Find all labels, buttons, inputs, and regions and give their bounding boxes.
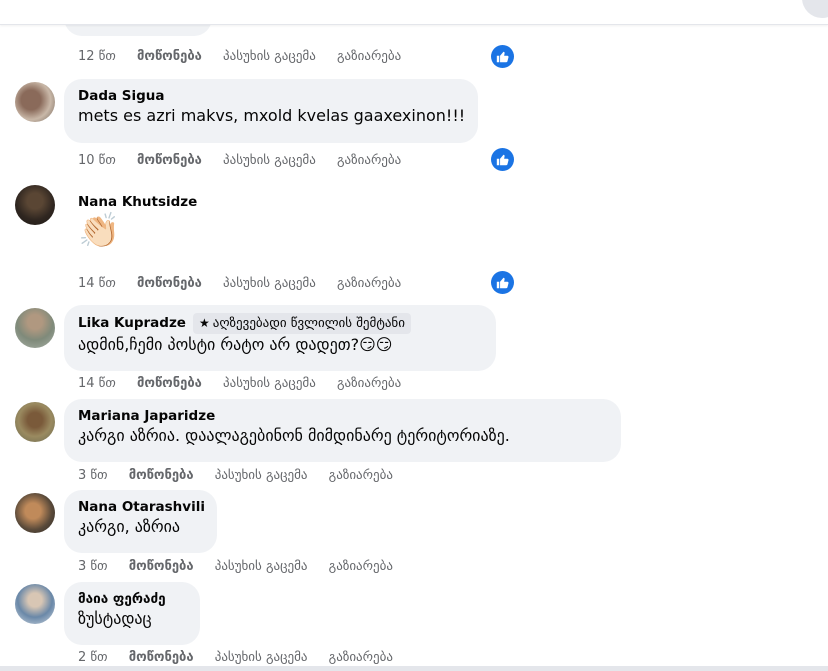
comment-text: კარგი, აზრია: [78, 517, 181, 536]
reply-button[interactable]: პასუხის გაცემა: [215, 650, 308, 665]
avatar[interactable]: [15, 185, 55, 225]
share-button[interactable]: გაზიარება: [329, 559, 393, 574]
comment-author[interactable]: Mariana Japaridze: [78, 407, 607, 425]
comment-author-row: Lika Kupradze ★ აღზევებადი წვლილის შემტანი: [78, 313, 482, 334]
comment-time[interactable]: 3 წთ: [78, 468, 108, 483]
reply-button[interactable]: პასუხის გაცემა: [223, 376, 316, 391]
comment-bubble: Lika Kupradze ★ აღზევებადი წვლილის შემტანი…: [64, 305, 496, 371]
comment-bubble: მაია ფერაძე ზუსტადაც: [64, 582, 200, 645]
comment-time[interactable]: 10 წთ: [78, 153, 116, 168]
comment-author[interactable]: Dada Sigua: [78, 87, 464, 105]
top-bar: [0, 0, 828, 25]
page-title: [410, 0, 530, 7]
star-icon: ★: [198, 316, 210, 330]
comment-time[interactable]: 14 წთ: [78, 276, 116, 291]
comment-bubble: Nana Otarashvili კარგი, აზრია: [64, 490, 217, 553]
reply-button[interactable]: პასუხის გაცემა: [223, 153, 316, 168]
reply-button[interactable]: პასუხის გაცემა: [215, 468, 308, 483]
comment-author[interactable]: Nana Otarashvili: [78, 498, 205, 516]
reply-button[interactable]: პასუხის გაცემა: [215, 559, 308, 574]
reply-button[interactable]: პასუხის გაცემა: [223, 276, 316, 291]
comment-bubble: Dada Sigua mets es azri makvs, mxold kve…: [64, 79, 478, 143]
share-button[interactable]: გაზიარება: [337, 153, 401, 168]
comment-author[interactable]: Lika Kupradze: [78, 315, 186, 331]
like-button[interactable]: მოწონება: [137, 49, 202, 64]
share-button[interactable]: გაზიარება: [337, 276, 401, 291]
comment-time[interactable]: 2 წთ: [78, 650, 108, 665]
like-button[interactable]: მოწონება: [129, 559, 194, 574]
thumbs-up-icon[interactable]: [491, 148, 514, 171]
comment-bubble: Mariana Japaridze კარგი აზრია. დაალაგები…: [64, 399, 621, 462]
like-button[interactable]: მოწონება: [129, 468, 194, 483]
badge-label: აღზევებადი წვლილის შემტანი: [212, 316, 405, 331]
comment-text: ზუსტადაც: [78, 609, 152, 628]
comment-time[interactable]: 14 წთ: [78, 376, 116, 391]
header-menu-button[interactable]: [802, 0, 828, 18]
comment-actions: 2 წთ მოწონება პასუხის გაცემა გაზიარება: [78, 649, 393, 667]
like-button[interactable]: მოწონება: [137, 153, 202, 168]
avatar[interactable]: [15, 584, 55, 624]
share-button[interactable]: გაზიარება: [337, 49, 401, 64]
comment-text: კარგი აზრია. დაალაგებინონ მიმდინარე ტერი…: [78, 426, 510, 445]
thumbs-up-icon[interactable]: [491, 45, 514, 68]
avatar[interactable]: [15, 308, 55, 348]
comment-actions: 10 წთ მოწონება პასუხის გაცემა გაზიარება: [78, 152, 401, 170]
comment-time[interactable]: 12 წთ: [78, 49, 116, 64]
contributor-badge[interactable]: ★ აღზევებადი წვლილის შემტანი: [192, 313, 411, 334]
comment-time[interactable]: 3 წთ: [78, 559, 108, 574]
comment-content: Nana Khutsidze 👏🏻: [78, 193, 197, 251]
clapping-hands-icon: 👏🏻: [78, 211, 121, 251]
avatar[interactable]: [15, 493, 55, 533]
share-button[interactable]: გაზიარება: [329, 650, 393, 665]
avatar[interactable]: [15, 402, 55, 442]
comment-text: ადმინ,ჩემი პოსტი რატო არ დადეთ?😏😏: [78, 335, 393, 354]
comment-actions: 3 წთ მოწონება პასუხის გაცემა გაზიარება: [78, 558, 393, 576]
like-button[interactable]: მოწონება: [137, 276, 202, 291]
share-button[interactable]: გაზიარება: [329, 468, 393, 483]
comment-actions: 14 წთ მოწონება პასუხის გაცემა გაზიარება: [78, 275, 401, 293]
comment-author[interactable]: Nana Khutsidze: [78, 193, 197, 211]
thumbs-up-icon[interactable]: [491, 271, 514, 294]
comment-author[interactable]: მაია ფერაძე: [78, 590, 186, 608]
comment-actions: 12 წთ მოწონება პასუხის გაცემა გაზიარება: [78, 48, 401, 66]
scroll-divider: [0, 666, 828, 671]
share-button[interactable]: გაზიარება: [337, 376, 401, 391]
reply-button[interactable]: პასუხის გაცემა: [223, 49, 316, 64]
like-button[interactable]: მოწონება: [129, 650, 194, 665]
comment-actions: 3 წთ მოწონება პასუხის გაცემა გაზიარება: [78, 467, 393, 485]
avatar[interactable]: [15, 82, 55, 122]
comment-text: mets es azri makvs, mxold kvelas gaaxexi…: [78, 106, 466, 125]
like-button[interactable]: მოწონება: [137, 376, 202, 391]
comment-actions: 14 წთ მოწონება პასუხის გაცემა გაზიარება: [78, 375, 401, 393]
